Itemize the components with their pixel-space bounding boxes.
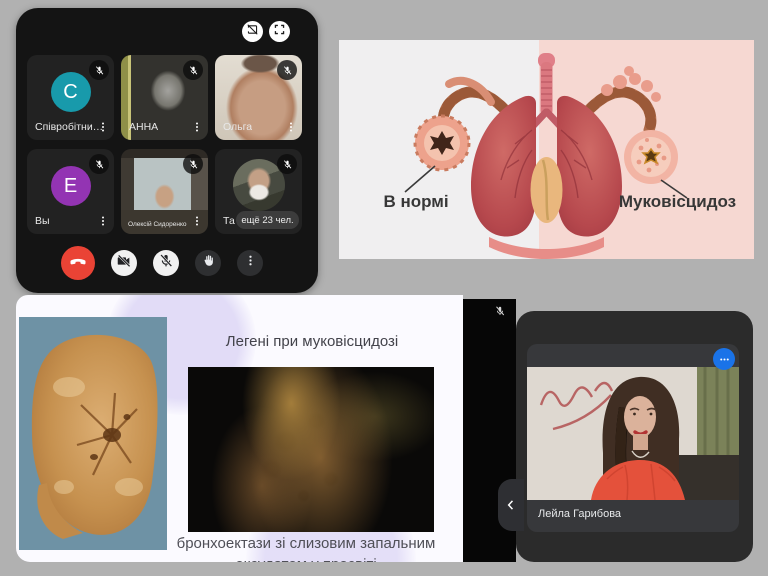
participant-name: Та	[223, 215, 235, 227]
lung-specimen-photo	[19, 317, 167, 550]
participant-tile-olga[interactable]: Ольга	[215, 55, 302, 140]
camera-toggle-button[interactable]	[111, 250, 137, 276]
tile-menu-button[interactable]	[190, 119, 204, 135]
participant-tile-you[interactable]: E Вы	[27, 149, 114, 234]
call-controls	[61, 246, 263, 280]
lungs-illustration	[339, 40, 754, 259]
more-options-button[interactable]	[237, 250, 263, 276]
pinned-participant-name: Лейла Гарибова	[538, 508, 621, 520]
cast-off-icon	[246, 23, 259, 41]
tile-menu-button[interactable]	[284, 119, 298, 135]
tile-menu-button[interactable]	[96, 213, 110, 229]
pinned-participant-tile[interactable]: Лейла Гарибова	[527, 344, 739, 532]
slide-caption-line2: ексудатом у просвіті	[154, 556, 458, 562]
fullscreen-button[interactable]	[269, 21, 290, 42]
slide-title: Легені при муковісцидозі	[166, 333, 458, 350]
more-participants-pill[interactable]: ещё 23 чел.	[236, 211, 299, 229]
raise-hand-icon	[201, 253, 216, 273]
participant-tile-oleksii[interactable]: Олексій Сидоренко	[121, 149, 208, 234]
participant-grid: C Співробітни… АННА	[27, 55, 308, 234]
call-end-icon	[68, 251, 88, 276]
avatar: C	[51, 72, 91, 112]
tile-menu-button[interactable]	[190, 213, 204, 229]
fullscreen-icon	[273, 23, 286, 41]
raise-hand-button[interactable]	[195, 250, 221, 276]
cast-off-button[interactable]	[242, 21, 263, 42]
avatar: E	[51, 166, 91, 206]
participant-name: Вы	[35, 215, 50, 227]
mic-off-badge	[89, 154, 109, 174]
mic-off-icon	[158, 253, 174, 274]
lung-illustration-panel: В нормі Муковісцидоз	[339, 40, 754, 259]
more-vertical-icon	[243, 253, 258, 273]
pinned-participant-video	[527, 367, 739, 500]
participant-name: Співробітни…	[35, 121, 103, 133]
presentation-section: Легені при муковісцидозі бронхоектази зі…	[16, 295, 753, 562]
slide-caption-line1: бронхоектази зі слизовим запальним	[154, 535, 458, 552]
tile-menu-button[interactable]	[96, 119, 110, 135]
mic-off-badge	[183, 60, 203, 80]
participant-tile-spivrobitnyk[interactable]: C Співробітни…	[27, 55, 114, 140]
participant-name: Олексій Сидоренко	[128, 221, 187, 228]
bronchiectasis-photo	[188, 367, 434, 532]
participant-tile-anna[interactable]: АННА	[121, 55, 208, 140]
label-cystic-fibrosis: Муковісцидоз	[605, 192, 750, 212]
mic-off-icon	[494, 305, 506, 317]
participant-name: АННА	[129, 121, 158, 133]
mic-off-badge	[183, 154, 203, 174]
hangup-button[interactable]	[61, 246, 95, 280]
mic-off-badge	[89, 60, 109, 80]
mic-off-badge	[277, 154, 297, 174]
camera-off-icon	[116, 253, 132, 274]
screenshot-stage: C Співробітни… АННА	[0, 0, 768, 576]
mic-toggle-button[interactable]	[153, 250, 179, 276]
mic-off-badge	[277, 60, 297, 80]
collapse-panel-button[interactable]	[498, 479, 524, 531]
tile-more-button[interactable]	[713, 348, 735, 370]
meet-window: C Співробітни… АННА	[16, 8, 318, 293]
label-normal: В нормі	[361, 192, 471, 212]
presentation-slide: Легені при муковісцидозі бронхоектази зі…	[16, 295, 463, 562]
participant-name: Ольга	[223, 121, 252, 133]
more-horizontal-icon	[718, 353, 731, 366]
chevron-left-icon	[504, 498, 518, 512]
participant-tile-overflow[interactable]: Та ещё 23 чел.	[215, 149, 302, 234]
pinned-video-panel: Лейла Гарибова	[516, 311, 753, 562]
